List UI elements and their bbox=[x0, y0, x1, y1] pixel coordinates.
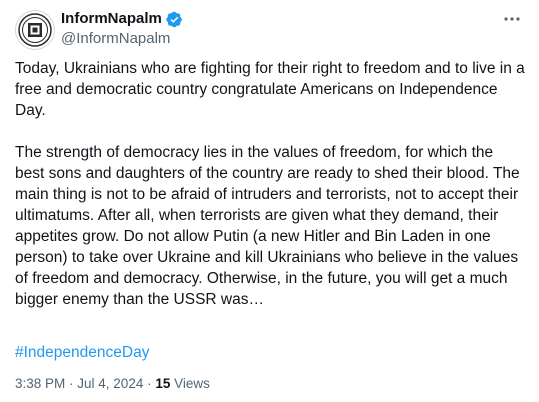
author-handle[interactable]: @InformNapalm bbox=[61, 30, 170, 48]
post-date[interactable]: Jul 4, 2024 bbox=[77, 376, 143, 391]
informnapalm-logo bbox=[18, 13, 52, 47]
post-time[interactable]: 3:38 PM bbox=[15, 376, 65, 391]
views-count[interactable]: 15 bbox=[155, 376, 170, 391]
author-name[interactable]: InformNapalm bbox=[61, 10, 162, 28]
post-text: Today, Ukrainians who are fighting for t… bbox=[15, 58, 525, 310]
views-label: Views bbox=[170, 376, 210, 391]
avatar[interactable] bbox=[15, 10, 55, 50]
post-meta: 3:38 PM · Jul 4, 2024 · 15 Views bbox=[15, 376, 210, 392]
meta-separator-2: · bbox=[143, 376, 156, 391]
verified-badge-icon[interactable] bbox=[166, 11, 183, 28]
post-paragraph-2: The strength of democracy lies in the va… bbox=[15, 144, 524, 308]
author-name-row[interactable]: InformNapalm bbox=[61, 10, 183, 28]
post-paragraph-1: Today, Ukrainians who are fighting for t… bbox=[15, 60, 530, 119]
hashtag-link[interactable]: #IndependenceDay bbox=[15, 342, 149, 363]
tweet: InformNapalm @InformNapalm Today, Ukrain… bbox=[0, 0, 539, 402]
meta-separator: · bbox=[65, 376, 78, 391]
more-options-icon[interactable] bbox=[500, 12, 524, 26]
